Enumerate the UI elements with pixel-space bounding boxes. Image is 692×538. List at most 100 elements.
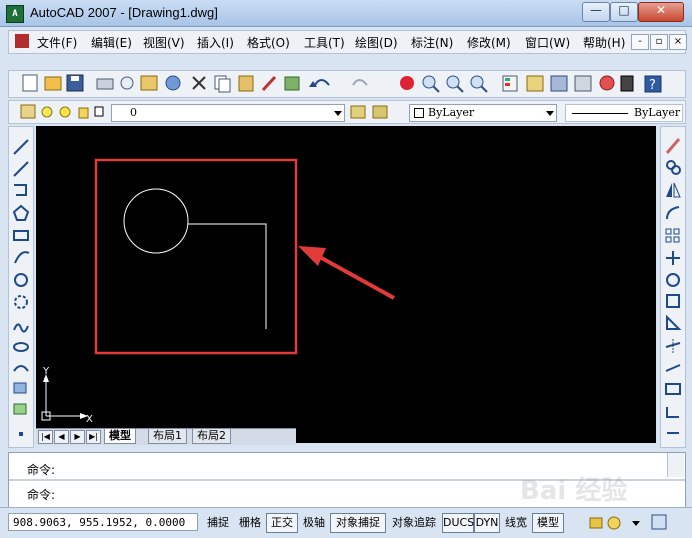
menu-format[interactable]: 格式(O) <box>247 34 290 51</box>
markup-icon[interactable] <box>599 75 615 91</box>
command-input[interactable]: 命令: <box>27 486 55 503</box>
polygon-icon[interactable] <box>12 204 30 221</box>
snap-toggle[interactable]: 捕捉 <box>202 513 234 533</box>
menu-dimension[interactable]: 标注(N) <box>411 34 453 51</box>
color-swatch-icon[interactable] <box>94 106 104 117</box>
doc-restore-button[interactable]: ▫ <box>650 34 668 50</box>
calculator-icon[interactable] <box>620 75 634 92</box>
block-editor-icon[interactable] <box>284 76 300 91</box>
make-block-icon[interactable] <box>13 403 27 415</box>
menu-tools[interactable]: 工具(T) <box>304 34 345 51</box>
menu-insert[interactable]: 插入(I) <box>197 34 234 51</box>
insert-block-icon[interactable] <box>13 382 27 394</box>
ducs-toggle[interactable]: DUCS <box>442 513 474 533</box>
zoom-realtime-icon[interactable] <box>422 75 440 93</box>
drawing-canvas[interactable]: Y X <box>36 126 656 443</box>
drawn-polyline[interactable] <box>188 223 267 329</box>
revision-cloud-icon[interactable] <box>14 295 28 309</box>
paste-icon[interactable] <box>238 75 254 92</box>
zoom-window-icon[interactable] <box>446 75 464 93</box>
ellipse-icon[interactable] <box>13 342 29 352</box>
save-icon[interactable] <box>66 74 84 92</box>
copy-object-icon[interactable] <box>666 160 681 175</box>
help-icon[interactable]: ? <box>644 75 662 93</box>
chamfer-icon[interactable] <box>666 407 679 418</box>
first-tab-button[interactable]: |◀ <box>38 430 53 444</box>
lock-icon[interactable] <box>589 517 603 529</box>
spline-icon[interactable] <box>13 323 29 333</box>
menu-edit[interactable]: 编辑(E) <box>91 34 132 51</box>
menu-draw[interactable]: 绘图(D) <box>355 34 398 51</box>
ellipse-arc-icon[interactable] <box>13 365 29 372</box>
ortho-toggle[interactable]: 正交 <box>266 513 298 533</box>
osnap-toggle[interactable]: 对象捕捉 <box>330 513 386 533</box>
line-icon[interactable] <box>13 139 29 155</box>
lock-icon[interactable] <box>78 107 89 119</box>
new-icon[interactable] <box>22 74 38 92</box>
tool-palettes-icon[interactable] <box>550 75 568 92</box>
lineweight-toggle[interactable]: 线宽 <box>500 513 532 533</box>
properties-icon[interactable] <box>502 75 518 92</box>
linetype-dropdown[interactable]: ByLayer <box>565 104 683 122</box>
open-icon[interactable] <box>44 76 62 91</box>
menu-modify[interactable]: 修改(M) <box>467 34 511 51</box>
circle-icon[interactable] <box>14 273 28 287</box>
construction-line-icon[interactable] <box>13 161 29 177</box>
polyline-icon[interactable] <box>14 184 27 196</box>
prev-tab-button[interactable]: ◀ <box>54 430 69 444</box>
arc-icon[interactable] <box>14 251 30 264</box>
menu-window[interactable]: 窗口(W) <box>525 34 570 51</box>
autocad-icon[interactable]: A <box>6 5 24 23</box>
make-current-icon[interactable] <box>350 105 366 119</box>
close-button[interactable]: ✕ <box>638 2 684 22</box>
undo-icon[interactable] <box>309 79 330 87</box>
design-center-icon[interactable] <box>526 75 544 92</box>
chevron-down-icon[interactable] <box>632 521 640 526</box>
doc-minimize-button[interactable]: - <box>631 34 649 50</box>
layer-previous-icon[interactable] <box>372 105 388 119</box>
last-tab-button[interactable]: ▶| <box>86 430 101 444</box>
offset-icon[interactable] <box>666 206 680 220</box>
break-icon[interactable] <box>665 383 681 395</box>
layer-manager-icon[interactable] <box>20 104 36 119</box>
zoom-previous-icon[interactable] <box>470 75 488 93</box>
sun-icon[interactable] <box>59 106 71 118</box>
scale-icon[interactable] <box>666 294 680 308</box>
tab-layout2[interactable]: 布局2 <box>192 429 231 444</box>
menu-view[interactable]: 视图(V) <box>143 34 185 51</box>
lightbulb-icon[interactable] <box>41 106 53 118</box>
pan-icon[interactable] <box>400 76 414 90</box>
document-icon[interactable] <box>15 34 29 48</box>
print-icon[interactable] <box>96 78 114 90</box>
redo-icon[interactable] <box>352 79 368 86</box>
otrack-toggle[interactable]: 对象追踪 <box>386 513 442 533</box>
stretch-icon[interactable] <box>666 314 682 330</box>
print-preview-icon[interactable] <box>120 76 134 90</box>
model-space-toggle[interactable]: 模型 <box>532 513 564 533</box>
tab-layout1[interactable]: 布局1 <box>148 429 187 444</box>
menu-help[interactable]: 帮助(H) <box>583 34 625 51</box>
drawn-circle[interactable] <box>123 188 189 254</box>
clean-screen-icon[interactable] <box>651 514 667 530</box>
array-icon[interactable] <box>665 228 680 243</box>
doc-close-button[interactable]: × <box>669 34 687 50</box>
point-icon[interactable] <box>19 432 23 436</box>
trim-icon[interactable] <box>665 339 681 353</box>
polar-toggle[interactable]: 极轴 <box>298 513 330 533</box>
match-properties-icon[interactable] <box>261 75 277 92</box>
minimize-button[interactable]: — <box>582 2 610 22</box>
rotate-icon[interactable] <box>666 273 680 287</box>
mirror-icon[interactable] <box>666 182 681 198</box>
maximize-button[interactable]: □ <box>610 2 638 22</box>
copy-icon[interactable] <box>214 75 231 93</box>
tab-model[interactable]: 模型 <box>104 429 136 444</box>
plot-icon[interactable] <box>165 75 181 91</box>
color-dropdown[interactable]: ByLayer <box>409 104 557 122</box>
extend-icon[interactable] <box>665 364 681 372</box>
menu-file[interactable]: 文件(F) <box>37 34 77 51</box>
next-tab-button[interactable]: ▶ <box>70 430 85 444</box>
grid-toggle[interactable]: 栅格 <box>234 513 266 533</box>
layer-dropdown[interactable]: 0 <box>111 104 345 122</box>
erase-icon[interactable] <box>665 138 681 154</box>
move-icon[interactable] <box>666 251 680 265</box>
